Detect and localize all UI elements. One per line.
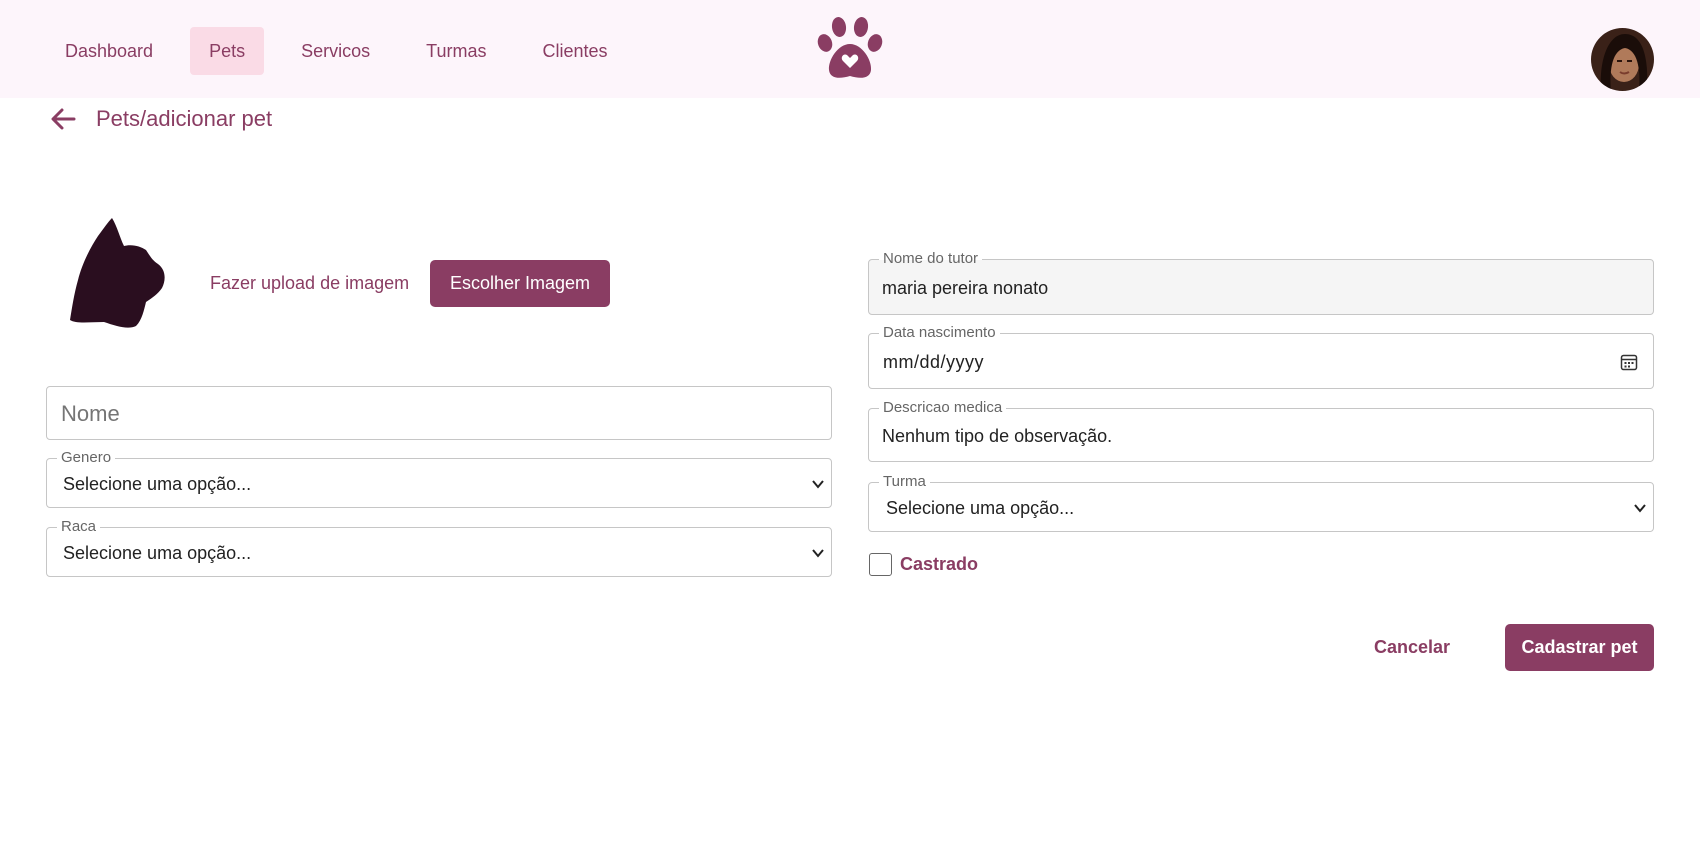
tutor-name-label: Nome do tutor: [879, 250, 983, 268]
nome-input[interactable]: Nome: [46, 386, 832, 440]
paw-logo-icon: [817, 17, 883, 78]
turma-select[interactable]: Turma Selecione uma opção...: [868, 473, 1654, 532]
genero-label: Genero: [57, 449, 116, 467]
nav-item-servicos[interactable]: Servicos: [282, 27, 389, 75]
top-navbar: Dashboard Pets Servicos Turmas Clientes: [0, 0, 1700, 98]
chevron-down-icon: [1634, 504, 1646, 513]
nav-item-dashboard[interactable]: Dashboard: [46, 27, 172, 75]
genero-value: Selecione uma opção...: [63, 474, 252, 494]
raca-label: Raca: [57, 518, 101, 536]
genero-select[interactable]: Genero Selecione uma opção...: [46, 449, 832, 508]
medical-description-value: Nenhum tipo de observação.: [882, 426, 1113, 446]
nav-links: Dashboard Pets Servicos Turmas Clientes: [46, 27, 627, 75]
medical-description-label: Descricao medica: [879, 399, 1007, 417]
castrado-label[interactable]: Castrado: [900, 554, 978, 575]
castrado-checkbox[interactable]: [869, 553, 892, 576]
cat-silhouette-icon: [70, 218, 165, 328]
turma-label: Turma: [879, 473, 930, 491]
choose-image-button[interactable]: Escolher Imagem: [430, 260, 610, 307]
raca-select[interactable]: Raca Selecione uma opção...: [46, 518, 832, 577]
nome-placeholder: Nome: [61, 401, 120, 426]
arrow-left-icon[interactable]: [48, 104, 78, 134]
chevron-down-icon: [812, 549, 824, 558]
tutor-name-field[interactable]: Nome do tutor maria pereira nonato: [868, 250, 1654, 315]
nav-item-clientes[interactable]: Clientes: [523, 27, 626, 75]
medical-description-field[interactable]: Descricao medica Nenhum tipo de observaç…: [868, 399, 1654, 462]
chevron-down-icon: [812, 480, 824, 489]
calendar-icon[interactable]: [1620, 353, 1638, 371]
submit-pet-button[interactable]: Cadastrar pet: [1505, 624, 1654, 671]
birth-date-label: Data nascimento: [879, 324, 1000, 342]
user-avatar[interactable]: [1591, 28, 1654, 91]
upload-image-label: Fazer upload de imagem: [210, 273, 410, 293]
turma-value: Selecione uma opção...: [886, 498, 1075, 518]
page-title: Pets/adicionar pet: [96, 106, 273, 131]
cancel-button[interactable]: Cancelar: [1362, 624, 1462, 670]
breadcrumb: Pets/adicionar pet: [48, 104, 272, 134]
birth-date-value: mm/dd/yyyy: [883, 352, 985, 372]
nav-item-pets[interactable]: Pets: [190, 27, 265, 75]
raca-value: Selecione uma opção...: [63, 543, 252, 563]
nav-item-turmas[interactable]: Turmas: [407, 27, 505, 75]
birth-date-field[interactable]: Data nascimento mm/dd/yyyy: [868, 324, 1654, 389]
tutor-name-value: maria pereira nonato: [882, 278, 1049, 298]
